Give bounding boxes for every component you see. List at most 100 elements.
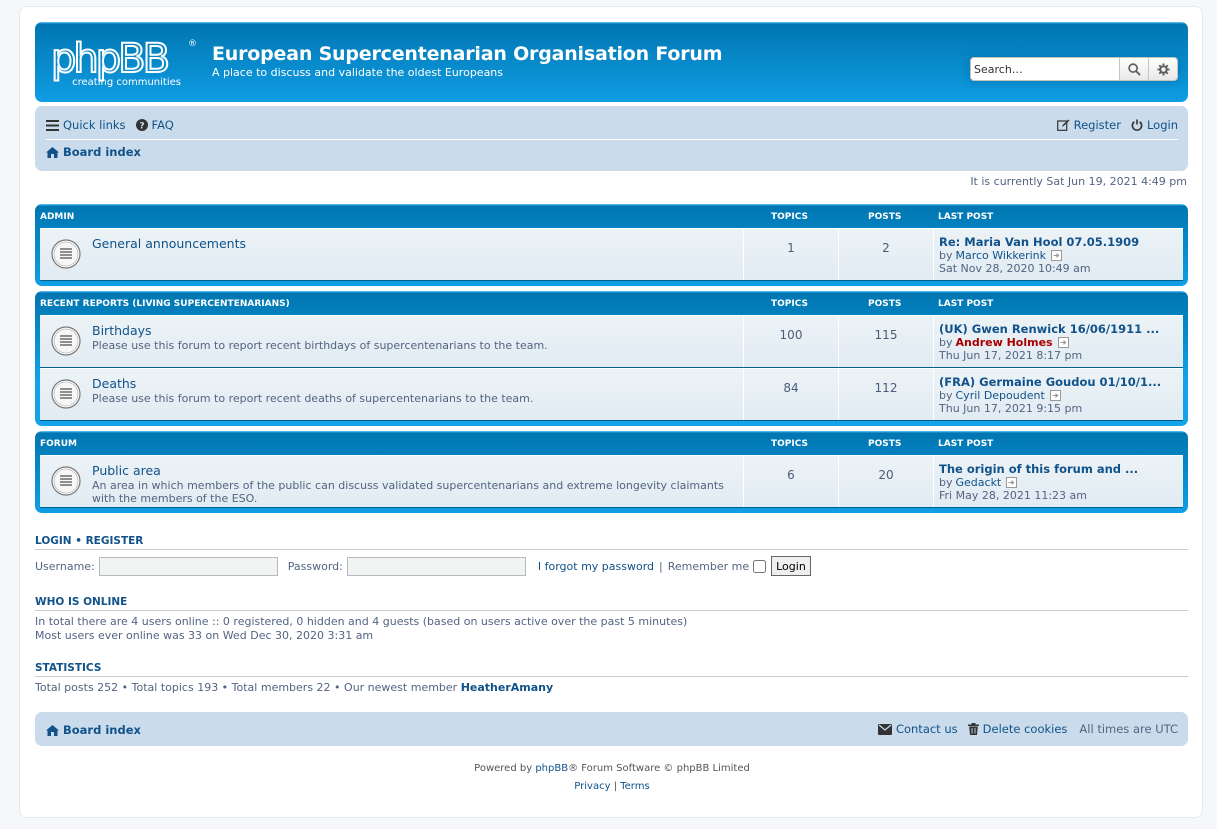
advanced-search-button[interactable] bbox=[1149, 57, 1178, 81]
terms-link[interactable]: Terms bbox=[620, 781, 649, 792]
topics-column-header: TOPICS bbox=[771, 299, 808, 309]
last-post-title-link[interactable]: Re: Maria Van Hool 07.05.1909 bbox=[939, 235, 1139, 249]
topics-column-header: TOPICS bbox=[771, 439, 808, 449]
footer-board-index: Board index bbox=[63, 723, 141, 737]
last-post-author-link[interactable]: Cyril Depoudent bbox=[956, 389, 1045, 402]
category-title[interactable]: RECENT REPORTS (LIVING SUPERCENTENARIANS… bbox=[40, 299, 290, 309]
username-field[interactable] bbox=[98, 556, 278, 576]
search-button[interactable] bbox=[1120, 57, 1149, 81]
current-time: It is currently Sat Jun 19, 2021 4:49 pm bbox=[970, 175, 1187, 188]
view-latest-post-icon[interactable] bbox=[1049, 390, 1061, 401]
remember-me-checkbox[interactable] bbox=[753, 559, 767, 573]
topics-column-header: TOPICS bbox=[771, 212, 808, 222]
posts-cell: 115 bbox=[838, 316, 933, 367]
last-post-column-header: LAST POST bbox=[938, 212, 994, 222]
power-icon bbox=[1131, 119, 1143, 131]
last-post-title-link[interactable]: (FRA) Germaine Goudou 01/10/1... bbox=[939, 375, 1161, 389]
forgot-password-link[interactable]: I forgot my password bbox=[538, 560, 654, 573]
site-header: phpBB ® creating communities European Su… bbox=[35, 22, 1188, 102]
last-post-cell: (FRA) Germaine Goudou 01/10/1... by Cyril … bbox=[933, 369, 1183, 420]
envelope-icon bbox=[877, 723, 892, 735]
site-title[interactable]: European Supercentenarian Organisation F… bbox=[212, 43, 723, 65]
view-latest-post-icon[interactable] bbox=[1006, 477, 1018, 488]
view-latest-post-icon[interactable] bbox=[1057, 337, 1069, 348]
navbar-user-links: Register Login bbox=[1047, 118, 1178, 132]
last-post-date: Thu Jun 17, 2021 8:17 pm bbox=[939, 349, 1083, 362]
topics-cell: 6 bbox=[743, 456, 838, 507]
register-link[interactable]: Register bbox=[1056, 118, 1121, 132]
faq-link[interactable]: ? FAQ bbox=[135, 118, 174, 132]
login-label: Login bbox=[1146, 118, 1178, 132]
last-post-title-link[interactable]: The origin of this forum and ... bbox=[939, 462, 1138, 476]
bars-icon bbox=[46, 119, 59, 131]
home-icon bbox=[46, 146, 59, 158]
policy-links: Privacy | Terms bbox=[20, 778, 1204, 796]
forum-description: Please use this forum to report recent b… bbox=[92, 339, 548, 352]
topics-count: 100 bbox=[779, 328, 803, 342]
category-title[interactable]: FORUM bbox=[40, 439, 77, 449]
copyright: Powered by phpBB® Forum Software © phpBB… bbox=[20, 760, 1204, 796]
last-post-author: by Gedackt bbox=[939, 476, 1018, 489]
newest-member-link[interactable]: HeatherAmany bbox=[461, 681, 553, 694]
forum-title-link[interactable]: Public area bbox=[92, 463, 161, 478]
topics-cell: 100 bbox=[743, 316, 838, 367]
forum-title-link[interactable]: Birthdays bbox=[92, 323, 152, 338]
svg-text:?: ? bbox=[139, 122, 144, 132]
footer-breadcrumb[interactable]: Board index bbox=[46, 723, 141, 737]
last-post-title-link[interactable]: (UK) Gwen Renwick 16/06/1911 ... bbox=[939, 322, 1159, 336]
heading-separator: • bbox=[75, 535, 82, 547]
svg-text:phpBB: phpBB bbox=[51, 36, 168, 82]
delete-cookies-link[interactable]: Delete cookies bbox=[967, 722, 1068, 736]
register-heading-link[interactable]: REGISTER bbox=[86, 535, 144, 547]
faq-label: FAQ bbox=[151, 118, 174, 132]
who-is-online-section: WHO IS ONLINE In total there are 4 users… bbox=[35, 596, 1188, 643]
phpbb-logo[interactable]: phpBB ® creating communities bbox=[49, 36, 199, 88]
posts-count: 115 bbox=[874, 328, 898, 342]
delete-cookies-label: Delete cookies bbox=[982, 722, 1068, 736]
login-button[interactable]: Login bbox=[771, 556, 811, 576]
topics-count: 1 bbox=[787, 241, 795, 255]
last-post-cell: The origin of this forum and ... by Gedack… bbox=[933, 456, 1183, 507]
quick-links-menu[interactable]: Quick links bbox=[46, 118, 126, 132]
last-post-date: Sat Nov 28, 2020 10:49 am bbox=[939, 262, 1091, 275]
username-label: Username: bbox=[35, 559, 95, 573]
statistics-text: Total posts 252 • Total topics 193 • Tot… bbox=[35, 681, 1188, 695]
last-post-author: by Cyril Depoudent bbox=[939, 389, 1061, 402]
last-post-author-link[interactable]: Marco Wikkerink bbox=[956, 249, 1047, 262]
password-field[interactable] bbox=[346, 556, 526, 576]
topics-cell: 1 bbox=[743, 229, 838, 280]
register-label: Register bbox=[1073, 118, 1121, 132]
last-post-author-link[interactable]: Andrew Holmes bbox=[956, 336, 1053, 349]
last-post-author-link[interactable]: Gedackt bbox=[956, 476, 1002, 489]
by-label: by bbox=[939, 476, 953, 489]
privacy-link[interactable]: Privacy bbox=[574, 781, 610, 792]
phpbb-link[interactable]: phpBB bbox=[535, 763, 568, 774]
last-post-column-header: LAST POST bbox=[938, 299, 994, 309]
contact-us-link[interactable]: Contact us bbox=[877, 722, 958, 736]
posts-cell: 20 bbox=[838, 456, 933, 507]
who-is-online-heading[interactable]: WHO IS ONLINE bbox=[35, 596, 1188, 611]
posts-cell: 2 bbox=[838, 229, 933, 280]
password-label: Password: bbox=[287, 559, 343, 573]
topics-cell: 84 bbox=[743, 369, 838, 420]
search-input[interactable] bbox=[970, 57, 1120, 81]
forum-title-link[interactable]: General announcements bbox=[92, 236, 246, 251]
category-header: ADMIN TOPICS POSTS LAST POST bbox=[40, 204, 1183, 228]
login-link[interactable]: Login bbox=[1131, 118, 1178, 132]
forum-row: General announcements 1 2 Re: Maria Van Hoo… bbox=[40, 228, 1183, 281]
svg-text:®: ® bbox=[188, 39, 197, 49]
by-label: by bbox=[939, 336, 953, 349]
powered-suffix: ® Forum Software © phpBB Limited bbox=[568, 763, 750, 774]
forum-row: Deaths Please use this forum to report re… bbox=[40, 368, 1183, 421]
search-box bbox=[970, 57, 1178, 81]
posts-count: 2 bbox=[882, 241, 890, 255]
breadcrumb[interactable]: Board index bbox=[46, 145, 141, 159]
forum-row: Birthdays Please use this forum to report… bbox=[40, 315, 1183, 368]
category-title[interactable]: ADMIN bbox=[40, 212, 74, 222]
forum-title-link[interactable]: Deaths bbox=[92, 376, 136, 391]
last-post-date: Fri May 28, 2021 11:23 am bbox=[939, 489, 1087, 502]
most-online-line: Most users ever online was 33 on Wed Dec… bbox=[35, 629, 374, 642]
login-heading-link[interactable]: LOGIN bbox=[35, 535, 72, 547]
forum-category: RECENT REPORTS (LIVING SUPERCENTENARIANS… bbox=[35, 291, 1188, 426]
view-latest-post-icon[interactable] bbox=[1051, 250, 1063, 261]
